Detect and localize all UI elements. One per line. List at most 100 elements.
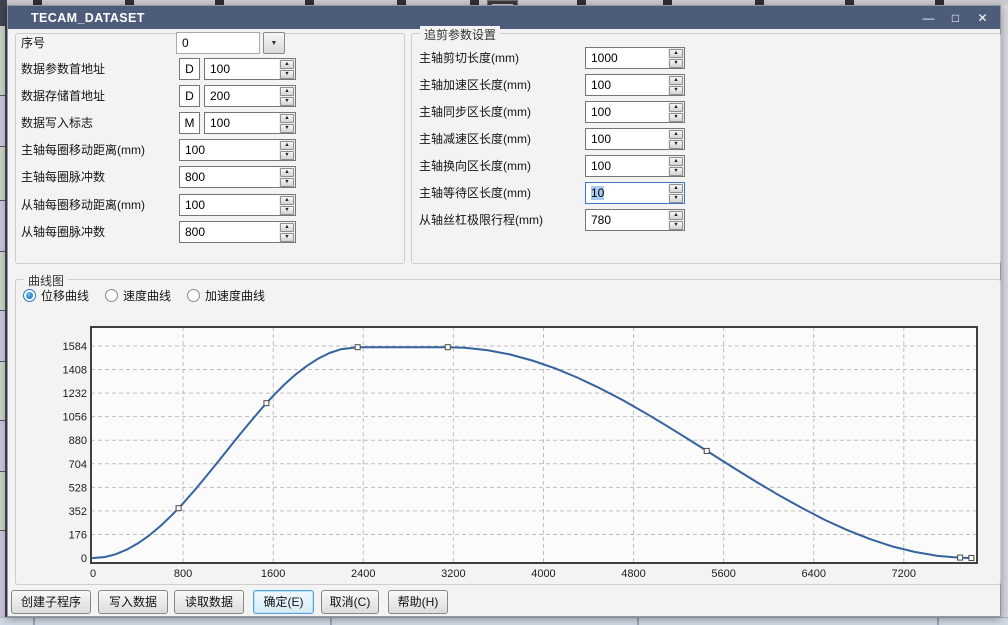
- spinbox-data-write-flag[interactable]: 100 ▲▼: [204, 112, 296, 134]
- spin-up-icon: ▲: [280, 87, 294, 96]
- spin-up-icon: ▲: [669, 184, 683, 193]
- spinbox-master-accel-length[interactable]: 100 ▲▼: [585, 74, 685, 96]
- spin-buttons[interactable]: ▲▼: [668, 156, 684, 176]
- close-icon[interactable]: ✕: [969, 6, 996, 29]
- spin-buttons[interactable]: ▲▼: [279, 59, 295, 79]
- svg-text:880: 880: [69, 435, 87, 447]
- spin-buttons[interactable]: ▲▼: [668, 102, 684, 122]
- label-master-move-per-rev: 主轴每圈移动距离(mm): [21, 139, 145, 161]
- spin-down-icon: ▼: [280, 97, 294, 106]
- spin-buttons[interactable]: ▲▼: [668, 75, 684, 95]
- spinbox-master-move-per-rev[interactable]: 100 ▲▼: [179, 139, 296, 161]
- spin-down-icon: ▼: [280, 151, 294, 160]
- titlebar[interactable]: TECAM_DATASET — □ ✕: [8, 6, 1000, 29]
- spin-up-icon: ▲: [669, 103, 683, 112]
- svg-text:0: 0: [81, 553, 87, 565]
- radio-label: 位移曲线: [41, 287, 89, 304]
- spin-buttons[interactable]: ▲▼: [279, 140, 295, 160]
- maximize-icon[interactable]: □: [942, 6, 969, 29]
- svg-text:800: 800: [174, 568, 192, 580]
- displacement-curve-chart[interactable]: 0800160024003200400048005600640072000176…: [48, 322, 998, 588]
- spin-down-icon: ▼: [669, 221, 683, 230]
- shear-group-title: 追剪参数设置: [420, 26, 500, 43]
- svg-text:4800: 4800: [621, 568, 645, 580]
- spinbox-master-decel-length[interactable]: 100 ▲▼: [585, 128, 685, 150]
- curve-control-point[interactable]: [445, 345, 450, 350]
- spinbox-master-sync-length[interactable]: 100 ▲▼: [585, 101, 685, 123]
- spin-buttons[interactable]: ▲▼: [668, 48, 684, 68]
- curve-control-point[interactable]: [969, 556, 974, 561]
- read-data-button[interactable]: 读取数据: [174, 590, 244, 614]
- background-app-left-edge: [0, 0, 7, 625]
- curve-control-point[interactable]: [176, 506, 181, 511]
- label-master-shear-length: 主轴剪切长度(mm): [419, 47, 519, 69]
- screen: TECAM_DATASET — □ ✕ 序号 数据参数首地址 数据存储首地址 数…: [0, 0, 1008, 625]
- svg-text:2400: 2400: [351, 568, 375, 580]
- spin-down-icon: ▼: [280, 233, 294, 242]
- spin-buttons[interactable]: ▲▼: [668, 129, 684, 149]
- spin-buttons[interactable]: ▲▼: [279, 222, 295, 242]
- curve-control-point[interactable]: [355, 345, 360, 350]
- spin-down-icon: ▼: [669, 140, 683, 149]
- label-master-wait-length: 主轴等待区长度(mm): [419, 182, 531, 204]
- curve-svg[interactable]: 0800160024003200400048005600640072000176…: [48, 322, 998, 588]
- write-data-button[interactable]: 写入数据: [98, 590, 168, 614]
- spin-buttons[interactable]: ▲▼: [279, 86, 295, 106]
- radio-acceleration-curve[interactable]: 加速度曲线: [187, 287, 265, 304]
- spin-buttons[interactable]: ▲▼: [668, 183, 684, 203]
- radio-velocity-curve[interactable]: 速度曲线: [105, 287, 171, 304]
- radio-displacement-curve[interactable]: 位移曲线: [23, 287, 89, 304]
- ok-button[interactable]: 确定(E): [253, 590, 314, 614]
- spin-up-icon: ▲: [669, 211, 683, 220]
- label-master-pulses-per-rev: 主轴每圈脉冲数: [21, 166, 105, 188]
- cancel-button[interactable]: 取消(C): [321, 590, 379, 614]
- svg-text:5600: 5600: [711, 568, 735, 580]
- serial-number-combobox[interactable]: 0 ▼: [176, 32, 285, 54]
- combobox-value[interactable]: 0: [176, 32, 260, 54]
- create-subprogram-button[interactable]: 创建子程序: [11, 590, 91, 614]
- svg-text:6400: 6400: [801, 568, 825, 580]
- spin-up-icon: ▲: [280, 168, 294, 177]
- label-slave-pulses-per-rev: 从轴每圈脉冲数: [21, 221, 105, 243]
- window-title: TECAM_DATASET: [31, 11, 145, 25]
- spinbox-slave-screw-limit[interactable]: 780 ▲▼: [585, 209, 685, 231]
- label-data-param-address: 数据参数首地址: [21, 58, 105, 80]
- curve-type-radios: 位移曲线 速度曲线 加速度曲线: [23, 287, 265, 304]
- svg-text:704: 704: [69, 459, 87, 471]
- curve-control-point[interactable]: [264, 401, 269, 406]
- spinbox-data-storage-address[interactable]: 200 ▲▼: [204, 85, 296, 107]
- label-slave-move-per-rev: 从轴每圈移动距离(mm): [21, 194, 145, 216]
- spin-up-icon: ▲: [280, 196, 294, 205]
- svg-text:352: 352: [69, 506, 87, 518]
- spin-buttons[interactable]: ▲▼: [668, 210, 684, 230]
- spin-buttons[interactable]: ▲▼: [279, 195, 295, 215]
- spinbox-slave-move-per-rev[interactable]: 100 ▲▼: [179, 194, 296, 216]
- chevron-down-icon[interactable]: ▼: [263, 32, 285, 54]
- curve-control-point[interactable]: [958, 555, 963, 560]
- spin-down-icon: ▼: [669, 59, 683, 68]
- radio-label: 速度曲线: [123, 287, 171, 304]
- minimize-icon[interactable]: —: [915, 6, 942, 29]
- tecam-dataset-dialog: TECAM_DATASET — □ ✕ 序号 数据参数首地址 数据存储首地址 数…: [7, 5, 1001, 617]
- spin-down-icon: ▼: [669, 194, 683, 203]
- radio-selected-icon: [23, 289, 36, 302]
- spin-down-icon: ▼: [669, 113, 683, 122]
- spinbox-data-param-address[interactable]: 100 ▲▼: [204, 58, 296, 80]
- help-button[interactable]: 帮助(H): [388, 590, 448, 614]
- background-app-bottom-edge: [0, 617, 1008, 625]
- prefix-data-storage: D: [179, 85, 200, 107]
- curve-control-point[interactable]: [704, 448, 709, 453]
- spinbox-master-reverse-length[interactable]: 100 ▲▼: [585, 155, 685, 177]
- label-data-write-flag: 数据写入标志: [21, 112, 93, 134]
- radio-unselected-icon: [187, 289, 200, 302]
- spin-buttons[interactable]: ▲▼: [279, 167, 295, 187]
- svg-text:528: 528: [69, 482, 87, 494]
- prefix-data-param: D: [179, 58, 200, 80]
- spinbox-slave-pulses-per-rev[interactable]: 800 ▲▼: [179, 221, 296, 243]
- spinbox-master-shear-length[interactable]: 1000 ▲▼: [585, 47, 685, 69]
- spin-buttons[interactable]: ▲▼: [279, 113, 295, 133]
- spinbox-master-wait-length[interactable]: 10 ▲▼: [585, 182, 685, 204]
- spinbox-master-pulses-per-rev[interactable]: 800 ▲▼: [179, 166, 296, 188]
- svg-text:1584: 1584: [63, 341, 87, 353]
- spin-up-icon: ▲: [280, 141, 294, 150]
